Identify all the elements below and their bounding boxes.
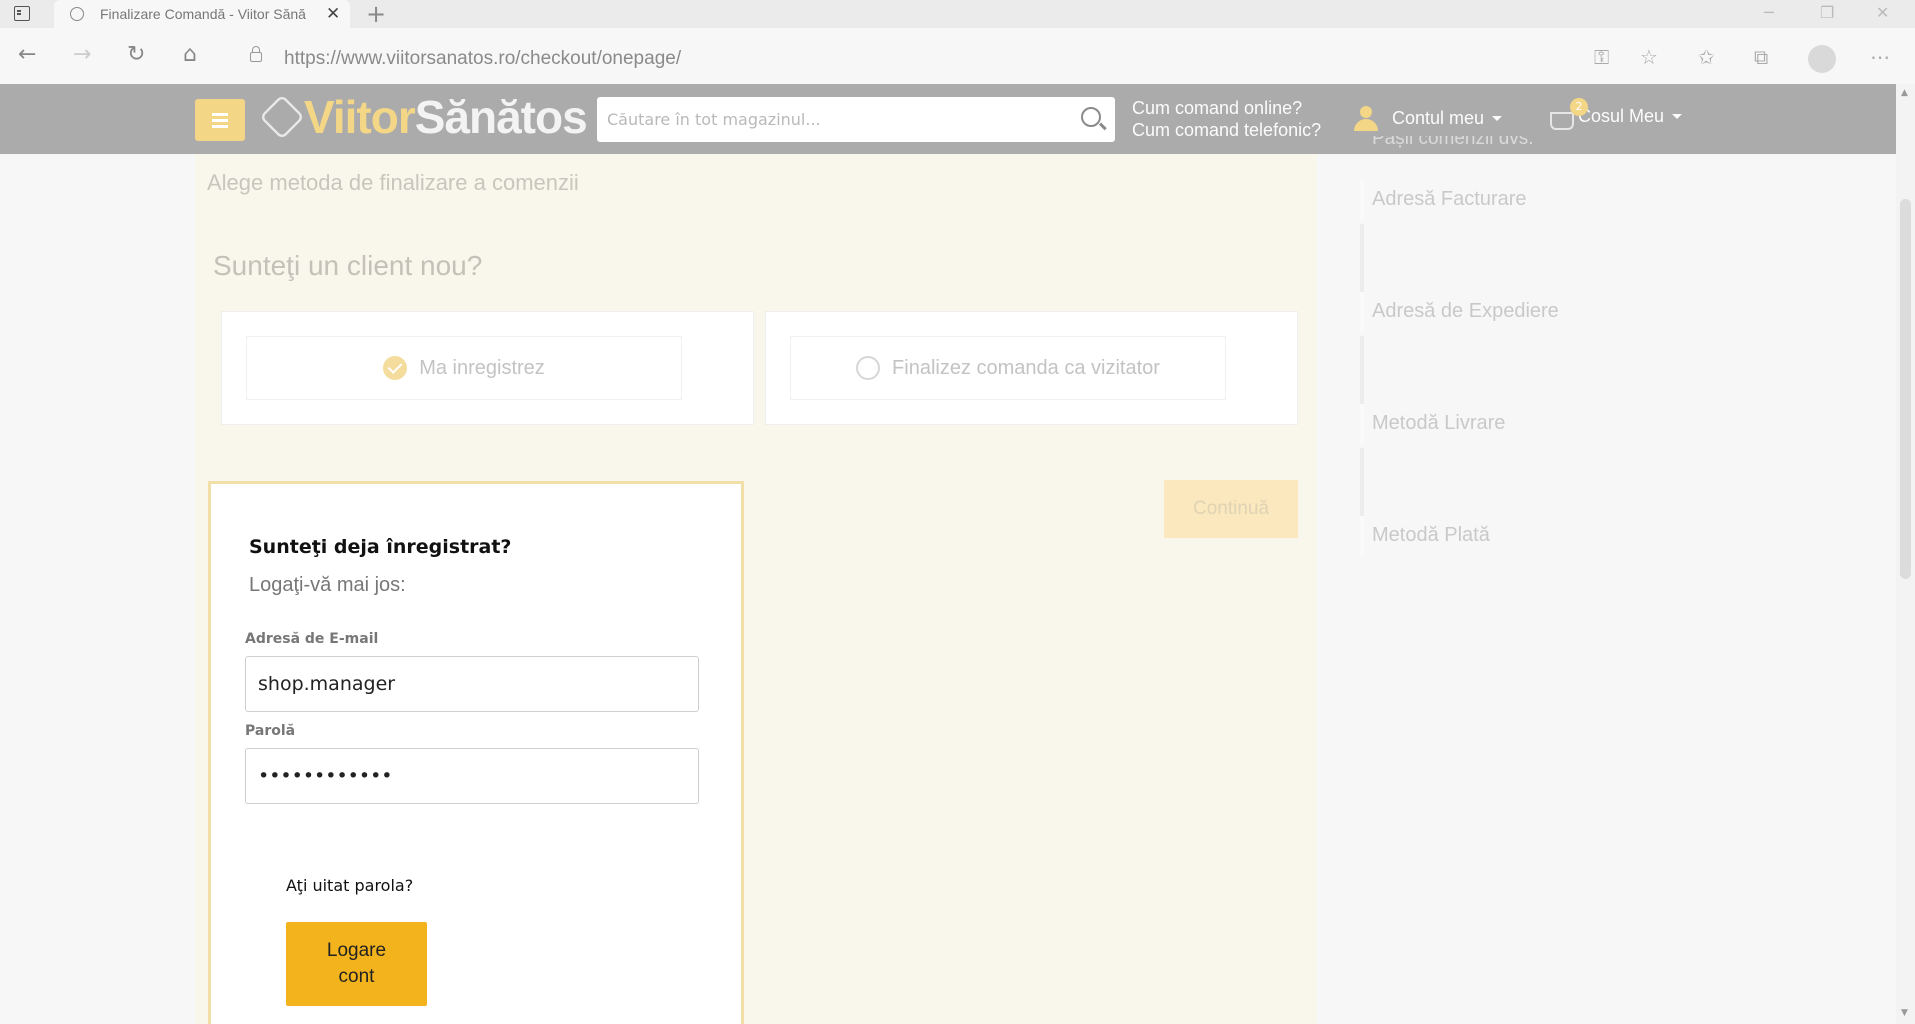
login-heading: Sunteţi deja înregistrat? [249, 536, 512, 558]
browser-tabbar: Finalizare Comandă - Viitor Sănătos ✕ + … [0, 0, 1915, 28]
checkout-content: Alege metoda de finalizare a comenzii Su… [195, 154, 1317, 1024]
tab-close-icon[interactable]: ✕ [326, 4, 340, 24]
page-scrollbar[interactable]: ▲ ▼ [1896, 84, 1915, 1024]
step-divider [1360, 336, 1364, 404]
step-label: Adresă Facturare [1372, 188, 1527, 210]
step-delivery-method: Metodă Livrare [1360, 404, 1660, 516]
logo-text-sanatos: Sănătos [414, 91, 588, 143]
guest-option-label: Finalizez comanda ca vizitator [892, 356, 1160, 379]
cart-label: Cosul Meu [1578, 105, 1665, 126]
step-marker [1360, 180, 1364, 220]
address-bar[interactable]: https://www.viitorsanatos.ro/checkout/on… [284, 48, 681, 70]
forward-arrow-icon[interactable]: → [73, 42, 91, 67]
step-billing-address: Adresă Facturare [1360, 180, 1660, 292]
email-label: Adresă de E-mail [245, 631, 379, 647]
caret-down-icon [1672, 113, 1683, 119]
back-arrow-icon[interactable]: ← [18, 42, 36, 67]
account-menu[interactable]: Contul meu [1352, 104, 1503, 132]
new-client-heading: Sunteţi un client nou? [213, 250, 483, 281]
more-menu-icon[interactable]: ⋯ [1870, 45, 1890, 69]
tab-title: Finalizare Comandă - Viitor Sănătos [100, 6, 306, 22]
hamburger-bar-icon [212, 113, 228, 116]
scrollbar-thumb[interactable] [1900, 199, 1911, 579]
register-option-label: Ma inregistrez [419, 356, 545, 379]
browser-toolbar: ← → ↻ ⌂ https://www.viitorsanatos.ro/che… [0, 28, 1915, 84]
account-label: Contul meu [1392, 107, 1485, 128]
step-label: Adresă de Expediere [1372, 300, 1559, 322]
login-button[interactable]: Logare cont [286, 922, 427, 1006]
step-shipping-address: Adresă de Expediere [1360, 292, 1660, 404]
home-icon[interactable]: ⌂ [183, 42, 197, 67]
how-to-order-online-link[interactable]: Cum comand online? [1132, 97, 1321, 119]
site-logo[interactable]: ViitorSănătos [304, 90, 588, 144]
refresh-icon[interactable]: ↻ [127, 42, 145, 67]
hamburger-menu-button[interactable] [195, 99, 245, 141]
logo-mark-icon[interactable] [259, 94, 305, 140]
profile-avatar-icon[interactable] [1808, 45, 1836, 73]
search-box [597, 97, 1115, 142]
site-favicon-icon [70, 7, 84, 21]
lock-icon[interactable] [250, 46, 262, 62]
scroll-up-arrow-icon[interactable]: ▲ [1901, 88, 1908, 98]
step-payment-method: Metodă Plată [1360, 516, 1660, 628]
step-label: Metodă Plată [1372, 524, 1490, 546]
radio-checked-icon[interactable] [383, 356, 408, 380]
steps-heading-text: Pașii comenzii dvs. [1372, 136, 1534, 149]
guest-option-card[interactable]: Finalizez comanda ca vizitator [765, 311, 1298, 425]
logo-text-viitor: Viitor [304, 91, 416, 143]
caret-down-icon [1492, 115, 1503, 121]
email-field[interactable] [245, 656, 699, 712]
step-divider [1360, 448, 1364, 516]
password-field[interactable] [245, 748, 699, 804]
collections-icon[interactable]: ⧉ [1754, 45, 1768, 69]
step-divider [1360, 224, 1364, 292]
help-links: Cum comand online? Cum comand telefonic? [1132, 97, 1321, 141]
continue-button[interactable]: Continuă [1164, 480, 1298, 538]
step-marker [1360, 404, 1364, 444]
search-input[interactable] [607, 107, 1067, 132]
how-to-order-phone-link[interactable]: Cum comand telefonic? [1132, 119, 1321, 141]
login-button-line2: cont [338, 966, 375, 987]
register-option-card[interactable]: Ma inregistrez [221, 311, 754, 425]
radio-unchecked-icon[interactable] [856, 356, 881, 380]
close-window-button[interactable]: ✕ [1876, 3, 1889, 22]
user-icon [1352, 104, 1380, 132]
search-icon[interactable] [1081, 107, 1101, 127]
login-subheading: Logaţi-vă mai jos: [249, 574, 406, 596]
tab-actions-icon[interactable] [14, 6, 30, 21]
forgot-password-link[interactable]: Aţi uitat parola? [286, 876, 413, 895]
login-button-line1: Logare [326, 940, 387, 961]
password-label: Parolă [245, 723, 296, 739]
guest-option[interactable]: Finalizez comanda ca vizitator [790, 336, 1226, 400]
key-icon[interactable]: ⚿ [1594, 45, 1609, 69]
minimize-button[interactable]: ─ [1764, 3, 1774, 22]
login-panel: Sunteţi deja înregistrat? Logaţi-vă mai … [208, 481, 744, 1024]
scroll-down-arrow-icon[interactable]: ▼ [1901, 1008, 1908, 1018]
step-marker [1360, 292, 1364, 332]
checkout-method-subtitle: Alege metoda de finalizare a comenzii [207, 170, 579, 195]
cart-count-badge: 2 [1570, 98, 1588, 116]
hamburger-bar-icon [212, 125, 228, 128]
steps-heading-partial: Pașii comenzii dvs. [1372, 136, 1642, 152]
favorites-icon[interactable]: ✩ [1698, 45, 1715, 69]
hamburger-bar-icon [212, 119, 228, 122]
new-tab-button[interactable]: + [366, 0, 386, 28]
browser-tab[interactable]: Finalizare Comandă - Viitor Sănătos ✕ [54, 0, 350, 28]
register-option[interactable]: Ma inregistrez [246, 336, 682, 400]
cart-menu[interactable]: Cosul Meu [1548, 104, 1683, 130]
add-favorite-star-icon[interactable]: ☆ [1640, 45, 1658, 69]
step-marker [1360, 516, 1364, 556]
step-label: Metodă Livrare [1372, 412, 1506, 434]
restore-button[interactable]: ❐ [1820, 3, 1834, 22]
